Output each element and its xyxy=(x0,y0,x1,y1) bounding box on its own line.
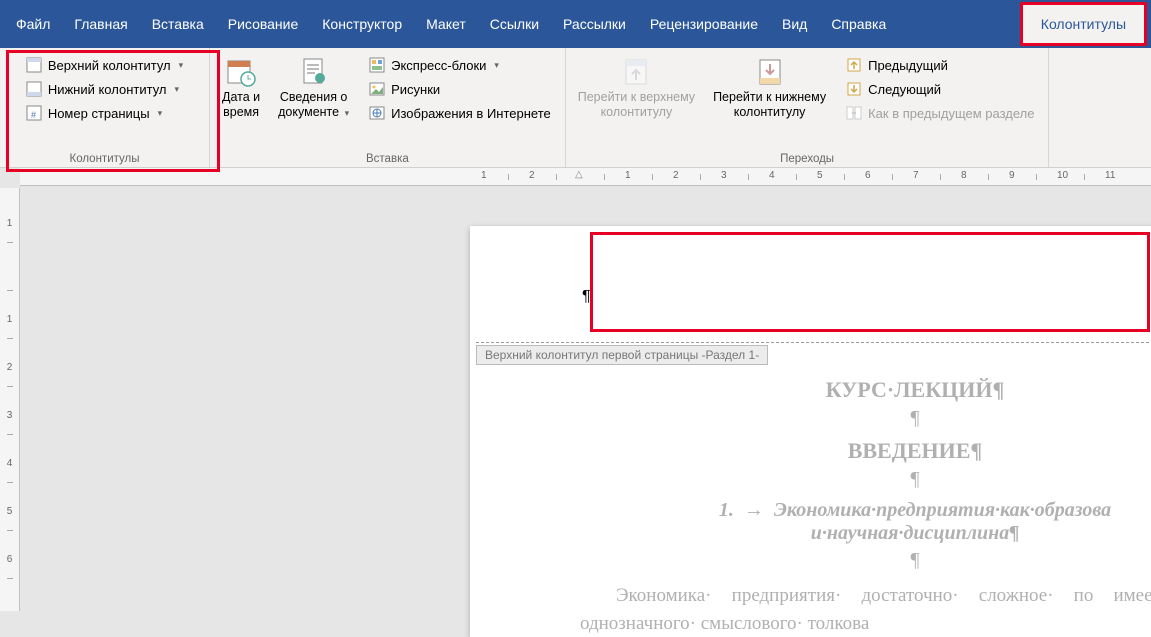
quick-parts-icon xyxy=(369,57,385,73)
footer-dropdown[interactable]: Нижний колонтитул ▾ xyxy=(20,78,189,100)
tab-design[interactable]: Конструктор xyxy=(310,2,414,46)
header-label: Верхний колонтитул xyxy=(48,58,171,73)
chevron-down-icon: ▾ xyxy=(494,60,499,71)
goto-footer-button[interactable]: Перейти к нижнемуколонтитулу xyxy=(707,52,832,124)
ribbon: Верхний колонтитул ▾ Нижний колонтитул ▾… xyxy=(0,48,1151,168)
tab-drawing[interactable]: Рисование xyxy=(216,2,311,46)
page-number-icon: # xyxy=(26,105,42,121)
doc-title-2: ВВЕДЕНИЕ¶ xyxy=(580,438,1151,464)
calendar-clock-icon xyxy=(225,56,257,88)
next-button[interactable]: Следующий xyxy=(840,78,1040,100)
highlight-box-header-area xyxy=(590,232,1150,332)
workspace: 21△1234567891011 1123456 ¶ Верхний колон… xyxy=(0,168,1151,611)
tab-mail[interactable]: Рассылки xyxy=(551,2,638,46)
goto-footer-icon xyxy=(754,56,786,88)
goto-header-button: Перейти к верхнемуколонтитулу xyxy=(572,52,701,124)
previous-icon xyxy=(846,57,862,73)
horizontal-ruler[interactable]: 21△1234567891011 xyxy=(20,168,1151,186)
ribbon-tabs: Файл Главная Вставка Рисование Конструкт… xyxy=(0,0,1151,48)
svg-text:#: # xyxy=(31,110,36,120)
doc-paragraph: Экономика· предприятия· достаточно· слож… xyxy=(580,582,1151,637)
footer-label: Нижний колонтитул xyxy=(48,82,167,97)
vertical-ruler[interactable]: 1123456 xyxy=(0,188,20,611)
header-icon xyxy=(26,57,42,73)
link-section-icon xyxy=(846,105,862,121)
header-divider xyxy=(476,342,1151,343)
doc-info-button[interactable]: Сведения одокументе ▾ xyxy=(272,52,355,124)
group-insert: Дата ивремя Сведения одокументе ▾ Экспре… xyxy=(210,48,566,167)
page-number-label: Номер страницы xyxy=(48,106,150,121)
quick-parts-button[interactable]: Экспресс-блоки ▾ xyxy=(363,54,557,76)
group-label-headers: Колонтитулы xyxy=(70,151,140,165)
next-icon xyxy=(846,81,862,97)
doc-heading: 1. → Экономика·предприятия·как·образова … xyxy=(580,499,1151,545)
doc-info-icon xyxy=(298,56,330,88)
chevron-down-icon: ▾ xyxy=(175,84,180,95)
goto-header-icon xyxy=(620,56,652,88)
same-as-previous-label: Как в предыдущем разделе xyxy=(868,106,1034,121)
online-pictures-label: Изображения в Интернете xyxy=(391,106,551,121)
document-body: КУРС·ЛЕКЦИЙ¶ ¶ ВВЕДЕНИЕ¶ ¶ 1. → Экономик… xyxy=(470,365,1151,637)
tab-view[interactable]: Вид xyxy=(770,2,819,46)
previous-button[interactable]: Предыдущий xyxy=(840,54,1040,76)
pictures-label: Рисунки xyxy=(391,82,440,97)
doc-pilcrow: ¶ xyxy=(580,468,1151,491)
tab-references[interactable]: Ссылки xyxy=(478,2,551,46)
document-page: ¶ Верхний колонтитул первой страницы -Ра… xyxy=(470,226,1151,637)
tab-home[interactable]: Главная xyxy=(62,2,139,46)
group-label-insert: Вставка xyxy=(366,151,409,165)
tab-headers-footers[interactable]: Колонтитулы xyxy=(1020,2,1147,46)
tab-file[interactable]: Файл xyxy=(4,2,62,46)
tab-insert[interactable]: Вставка xyxy=(140,2,216,46)
tab-review[interactable]: Рецензирование xyxy=(638,2,770,46)
tab-layout[interactable]: Макет xyxy=(414,2,478,46)
next-label: Следующий xyxy=(868,82,941,97)
pictures-button[interactable]: Рисунки xyxy=(363,78,557,100)
chevron-down-icon: ▾ xyxy=(179,60,184,71)
date-time-button[interactable]: Дата ивремя xyxy=(216,52,266,124)
footer-icon xyxy=(26,81,42,97)
online-picture-icon xyxy=(369,105,385,121)
doc-title-1: КУРС·ЛЕКЦИЙ¶ xyxy=(580,377,1151,403)
same-as-previous-button: Как в предыдущем разделе xyxy=(840,102,1040,124)
chevron-down-icon: ▾ xyxy=(345,108,350,118)
paragraph-mark-icon: ¶ xyxy=(582,288,591,306)
doc-pilcrow: ¶ xyxy=(580,549,1151,572)
picture-icon xyxy=(369,81,385,97)
header-dropdown[interactable]: Верхний колонтитул ▾ xyxy=(20,54,189,76)
previous-label: Предыдущий xyxy=(868,58,948,73)
page-header-area[interactable]: ¶ xyxy=(470,232,1151,342)
chevron-down-icon: ▾ xyxy=(158,108,163,119)
tab-help[interactable]: Справка xyxy=(819,2,898,46)
group-label-nav: Переходы xyxy=(780,151,834,165)
page-number-dropdown[interactable]: # Номер страницы ▾ xyxy=(20,102,189,124)
quick-parts-label: Экспресс-блоки xyxy=(391,58,486,73)
group-headers-footers: Верхний колонтитул ▾ Нижний колонтитул ▾… xyxy=(0,48,210,167)
header-section-tag: Верхний колонтитул первой страницы -Разд… xyxy=(476,345,768,365)
doc-pilcrow: ¶ xyxy=(580,407,1151,430)
online-pictures-button[interactable]: Изображения в Интернете xyxy=(363,102,557,124)
group-navigation: Перейти к верхнемуколонтитулу Перейти к … xyxy=(566,48,1050,167)
